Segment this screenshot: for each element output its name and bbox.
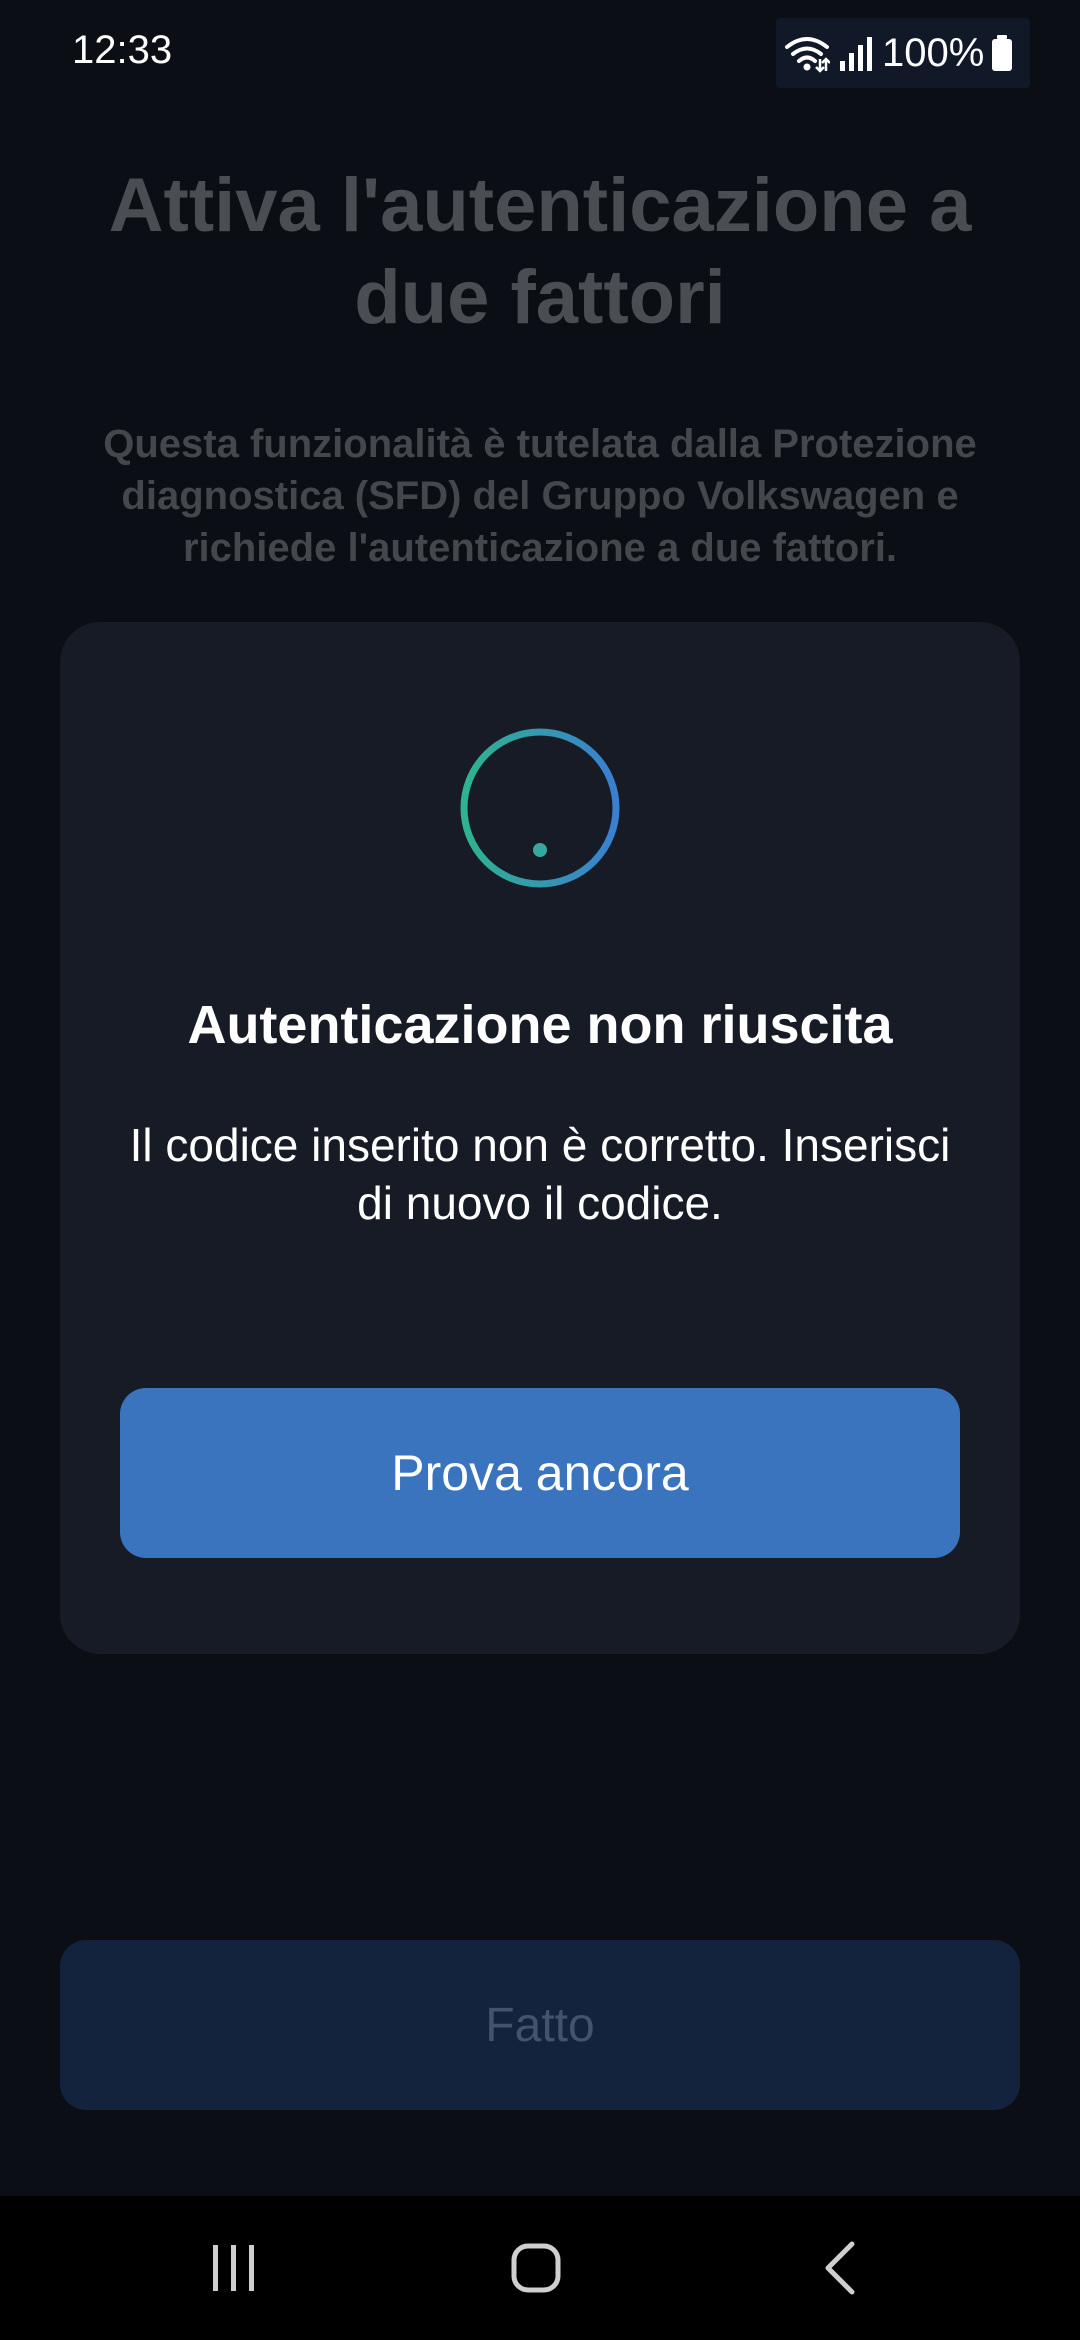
- battery-icon: [992, 35, 1013, 71]
- status-icons: 100%: [776, 18, 1030, 88]
- back-button[interactable]: [740, 2196, 940, 2340]
- recents-button[interactable]: [134, 2196, 334, 2340]
- home-icon: [511, 2243, 561, 2293]
- warning-icon: [460, 728, 620, 888]
- done-button[interactable]: Fatto: [60, 1940, 1020, 2110]
- page-description: Questa funzionalità è tutelata dalla Pro…: [103, 422, 977, 570]
- retry-button[interactable]: Prova ancora: [120, 1388, 960, 1558]
- dialog-title: Autenticazione non riuscita: [187, 995, 893, 1055]
- status-time: 12:33: [72, 28, 173, 72]
- signal-icon: [840, 37, 872, 71]
- battery-percentage: 100%: [882, 30, 985, 75]
- dialog-message: Il codice inserito non è corretto. Inser…: [129, 1119, 951, 1229]
- page-title: Attiva l'autenticazione a due fattori: [108, 163, 972, 340]
- back-icon: [825, 2241, 855, 2295]
- error-dialog: Autenticazione non riuscita Il codice in…: [60, 622, 1020, 1654]
- wifi-icon: [785, 37, 830, 73]
- status-bar: 12:33 100%: [0, 0, 1080, 100]
- navigation-bar: [0, 2196, 1080, 2340]
- home-button[interactable]: [436, 2196, 636, 2340]
- recents-icon: [213, 2245, 254, 2291]
- screen: 12:33 100% Attiva l'autenticazione a due…: [0, 0, 1080, 2340]
